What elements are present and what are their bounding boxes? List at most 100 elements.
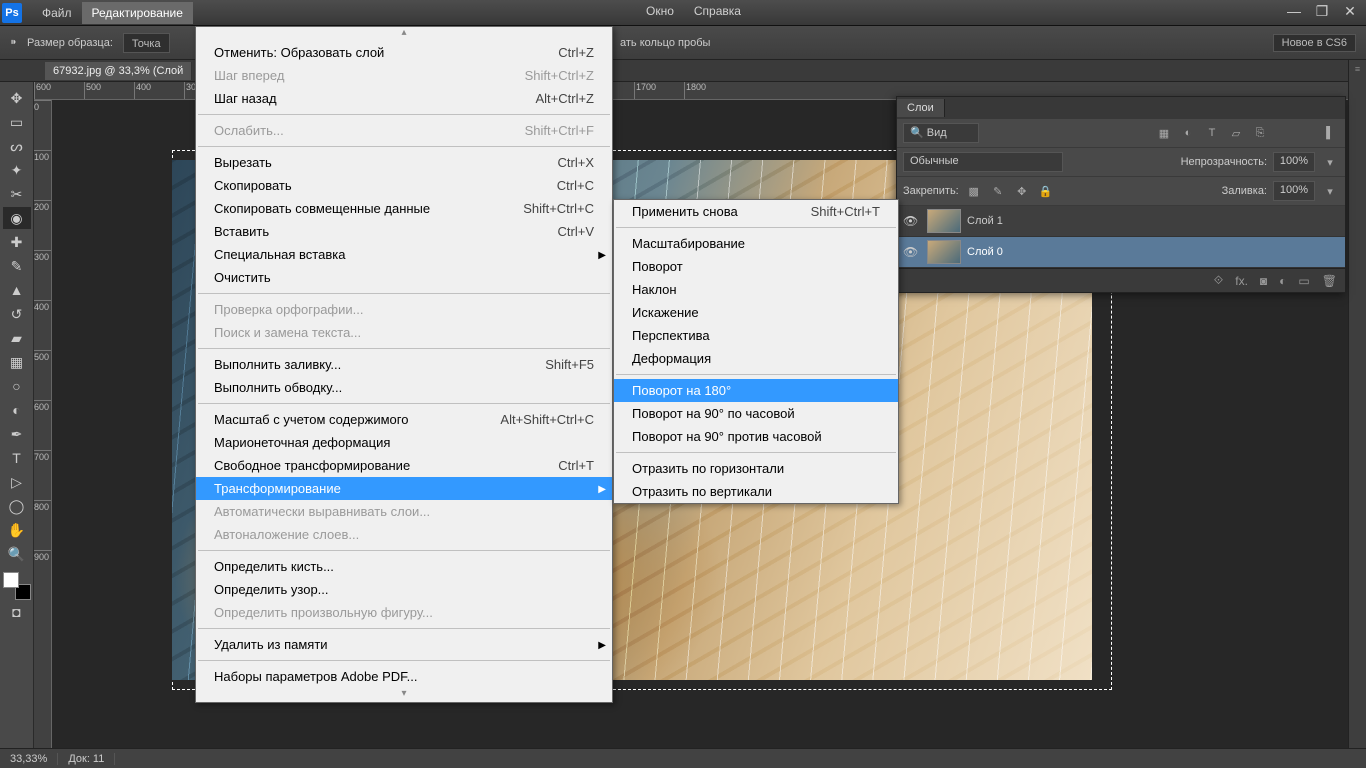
dodge-tool[interactable]: ◐	[3, 399, 31, 421]
close-button[interactable]: ✕	[1336, 4, 1364, 22]
lasso-tool[interactable]: ᔕ	[3, 135, 31, 157]
menu-item[interactable]: ВставитьCtrl+V	[196, 220, 612, 243]
menu-scroll-down[interactable]: ▾	[196, 688, 612, 702]
menu-item[interactable]: ВырезатьCtrl+X	[196, 151, 612, 174]
layers-tab[interactable]: Слои	[897, 99, 945, 117]
layer-name[interactable]: Слой 1	[967, 215, 1003, 227]
fx-icon[interactable]: fx.	[1235, 274, 1248, 288]
menu-scroll-up[interactable]: ▴	[196, 27, 612, 41]
layer-thumbnail[interactable]	[927, 209, 961, 233]
visibility-icon[interactable]: 👁	[903, 245, 921, 259]
menu-item[interactable]: Определить узор...	[196, 578, 612, 601]
pen-tool[interactable]: ✒	[3, 423, 31, 445]
filter-type-icon[interactable]: T	[1203, 124, 1221, 142]
new-layer-icon[interactable]: 🗑	[1322, 274, 1337, 288]
menu-item[interactable]: Отразить по горизонтали	[614, 457, 898, 480]
fill-field[interactable]: 100%	[1273, 181, 1315, 201]
right-dock[interactable]: ≡	[1348, 60, 1366, 748]
new-in-cs6-dropdown[interactable]: Новое в CS6	[1273, 34, 1356, 52]
menu-item[interactable]: Марионеточная деформация	[196, 431, 612, 454]
type-tool[interactable]: T	[3, 447, 31, 469]
visibility-icon[interactable]: 👁	[903, 214, 921, 228]
menu-file[interactable]: Файл	[32, 2, 82, 24]
blur-tool[interactable]: ○	[3, 375, 31, 397]
menu-item[interactable]: Шаг назадAlt+Ctrl+Z	[196, 87, 612, 110]
eraser-tool[interactable]: ▰	[3, 327, 31, 349]
menu-item[interactable]: Скопировать совмещенные данныеShift+Ctrl…	[196, 197, 612, 220]
brush-tool[interactable]: ✎	[3, 255, 31, 277]
lock-brush-icon[interactable]: ✎	[989, 182, 1007, 200]
blend-mode-dropdown[interactable]: Обычные	[903, 152, 1063, 172]
menu-item[interactable]: Отменить: Образовать слойCtrl+Z	[196, 41, 612, 64]
filter-smart-icon[interactable]: ⎘	[1251, 124, 1269, 142]
wand-tool[interactable]: ✦	[3, 159, 31, 181]
menu-item[interactable]: Поворот на 180°	[614, 379, 898, 402]
menu-item[interactable]: Очистить	[196, 266, 612, 289]
menu-item[interactable]: Перспектива	[614, 324, 898, 347]
layer-filter-dropdown[interactable]: 🔍 Вид	[903, 123, 979, 143]
mask-icon[interactable]: ◙	[1260, 274, 1267, 288]
heal-tool[interactable]: ✚	[3, 231, 31, 253]
menu-item[interactable]: Деформация	[614, 347, 898, 370]
menu-item[interactable]: Определить кисть...	[196, 555, 612, 578]
layer-name[interactable]: Слой 0	[967, 246, 1003, 258]
menu-window[interactable]: Окно	[636, 0, 684, 22]
menu-item[interactable]: Поворот	[614, 255, 898, 278]
layer-row[interactable]: 👁 Слой 0	[897, 237, 1345, 268]
menu-edit[interactable]: Редактирование	[82, 2, 193, 24]
document-tab[interactable]: 67932.jpg @ 33,3% (Слой	[45, 62, 192, 80]
layer-thumbnail[interactable]	[927, 240, 961, 264]
filter-shape-icon[interactable]: ▱	[1227, 124, 1245, 142]
marquee-tool[interactable]: ▭	[3, 111, 31, 133]
menu-help[interactable]: Справка	[684, 0, 751, 22]
lock-pixels-icon[interactable]: ▩	[965, 182, 983, 200]
link-icon[interactable]: ⟐	[1214, 273, 1223, 288]
path-tool[interactable]: ▷	[3, 471, 31, 493]
history-brush-tool[interactable]: ↺	[3, 303, 31, 325]
move-tool[interactable]: ✥	[3, 87, 31, 109]
menu-item[interactable]: Поворот на 90° против часовой	[614, 425, 898, 448]
menu-item[interactable]: Трансформирование▶	[196, 477, 612, 500]
lock-position-icon[interactable]: ✥	[1013, 182, 1031, 200]
opacity-arrow-icon[interactable]: ▾	[1321, 153, 1339, 171]
menu-item[interactable]: СкопироватьCtrl+C	[196, 174, 612, 197]
zoom-tool[interactable]: 🔍	[3, 543, 31, 565]
shape-tool[interactable]: ◯	[3, 495, 31, 517]
menu-item[interactable]: Удалить из памяти▶	[196, 633, 612, 656]
sample-size-dropdown[interactable]: Точка	[123, 33, 170, 53]
menu-item[interactable]: Наклон	[614, 278, 898, 301]
zoom-level[interactable]: 33,33%	[0, 753, 58, 765]
menu-item[interactable]: Масштаб с учетом содержимогоAlt+Shift+Ct…	[196, 408, 612, 431]
crop-tool[interactable]: ✂	[3, 183, 31, 205]
filter-adjust-icon[interactable]: ◐	[1179, 124, 1197, 142]
menu-item[interactable]: Наборы параметров Adobe PDF...	[196, 665, 612, 688]
menu-item[interactable]: Специальная вставка▶	[196, 243, 612, 266]
maximize-button[interactable]: ❐	[1308, 4, 1336, 22]
lock-all-icon[interactable]: 🔒	[1037, 182, 1055, 200]
gradient-tool[interactable]: ▦	[3, 351, 31, 373]
eyedropper-tool[interactable]: ◉	[3, 207, 31, 229]
menu-item[interactable]: Выполнить обводку...	[196, 376, 612, 399]
filter-toggle[interactable]: ▌	[1321, 124, 1339, 142]
minimize-button[interactable]: —	[1280, 4, 1308, 22]
stamp-tool[interactable]: ▲	[3, 279, 31, 301]
color-swatches[interactable]	[3, 572, 31, 600]
group-icon[interactable]: ▭	[1298, 274, 1309, 288]
opacity-field[interactable]: 100%	[1273, 152, 1315, 172]
menu-item[interactable]: Искажение	[614, 301, 898, 324]
fill-arrow-icon[interactable]: ▾	[1321, 182, 1339, 200]
menu-item[interactable]: Выполнить заливку...Shift+F5	[196, 353, 612, 376]
adjustment-icon[interactable]: ◐	[1279, 274, 1286, 288]
menu-item[interactable]: Отразить по вертикали	[614, 480, 898, 503]
quickmask-tool[interactable]: ◘	[3, 601, 31, 623]
foreground-color[interactable]	[3, 572, 19, 588]
filter-pixel-icon[interactable]: ▦	[1155, 124, 1173, 142]
menu-item[interactable]: Поворот на 90° по часовой	[614, 402, 898, 425]
menu-item[interactable]: Масштабирование	[614, 232, 898, 255]
menu-item[interactable]: Применить сноваShift+Ctrl+T	[614, 200, 898, 223]
layer-row[interactable]: 👁 Слой 1	[897, 206, 1345, 237]
hand-tool[interactable]: ✋	[3, 519, 31, 541]
menu-item-label: Поиск и замена текста...	[214, 324, 594, 341]
doc-info[interactable]: Док: 11	[58, 753, 115, 765]
menu-item[interactable]: Свободное трансформированиеCtrl+T	[196, 454, 612, 477]
